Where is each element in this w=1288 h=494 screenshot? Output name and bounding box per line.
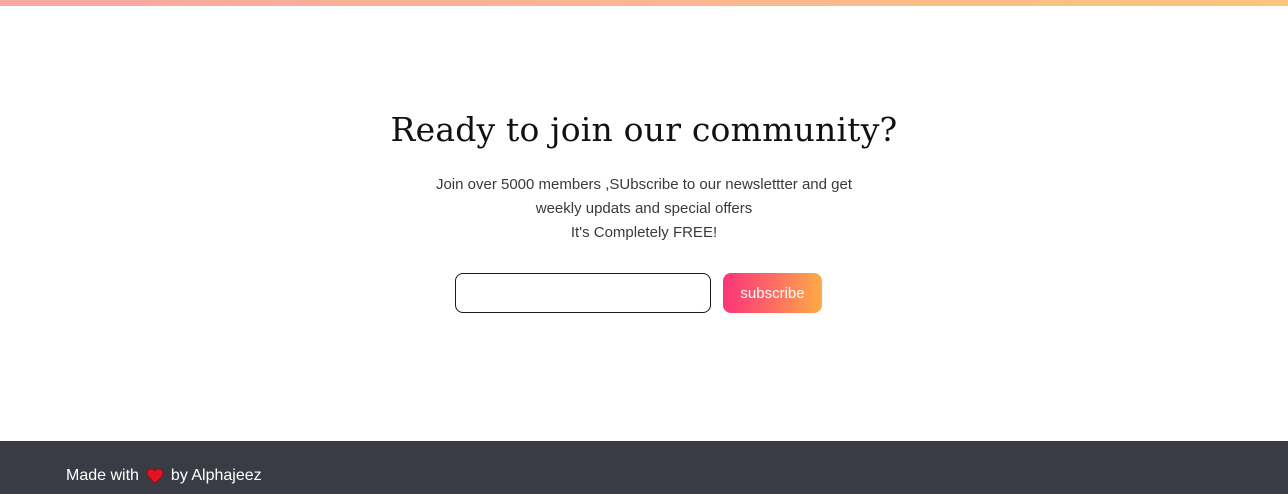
newsletter-description: Join over 5000 members ,SUbscribe to our… bbox=[0, 173, 1288, 245]
description-line-1: Join over 5000 members ,SUbscribe to our… bbox=[435, 176, 853, 193]
description-line-2: weekly updats and special offers bbox=[535, 200, 753, 217]
subscribe-button[interactable]: subscribe bbox=[723, 273, 822, 313]
description-line-3: It's Completely FREE! bbox=[570, 224, 718, 241]
footer-made-with: Made with bbox=[66, 467, 139, 484]
newsletter-section: Ready to join our community? Join over 5… bbox=[0, 6, 1288, 441]
footer-author: by Alphajeez bbox=[170, 467, 262, 484]
email-input[interactable] bbox=[455, 273, 711, 313]
heart-icon bbox=[146, 468, 164, 484]
page: Ready to join our community? Join over 5… bbox=[0, 0, 1288, 494]
footer: Made with by Alphajeez bbox=[0, 441, 1288, 494]
footer-credit: Made with by Alphajeez bbox=[66, 465, 262, 487]
newsletter-heading: Ready to join our community? bbox=[390, 110, 898, 149]
